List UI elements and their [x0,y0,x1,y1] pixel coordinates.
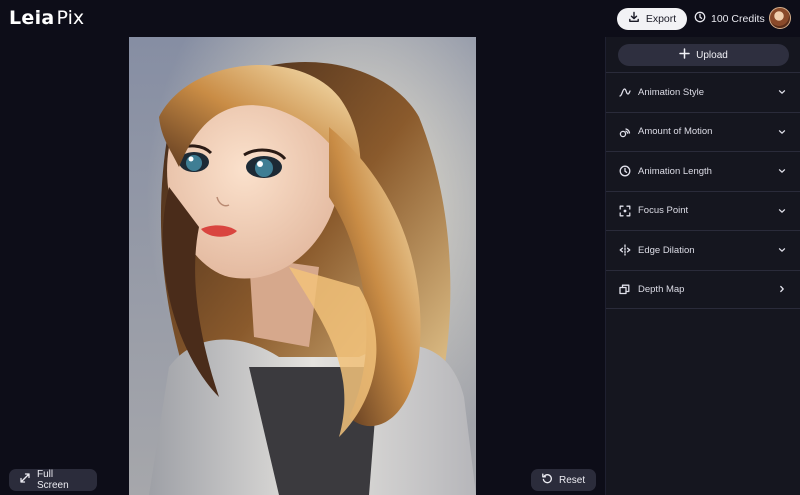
clock-icon [694,10,706,28]
upload-label: Upload [696,49,728,61]
user-avatar[interactable] [769,7,791,29]
credits-label: 100 Credits [711,13,765,25]
accordion-label: Animation Style [638,86,705,98]
accordion-focus-point[interactable]: Focus Point [606,190,800,231]
focus-icon [619,205,631,217]
full-screen-button[interactable]: Full Screen [9,469,97,491]
accordion-amount-of-motion[interactable]: Amount of Motion [606,111,800,152]
top-bar: Leia Pix Export 100 Credits [0,0,800,37]
accordion-animation-style[interactable]: Animation Style [606,72,800,112]
logo-text-leia: Leia [9,7,55,29]
credits-indicator[interactable]: 100 Credits [694,10,765,28]
settings-panel: Upload Animation Style Amount of Motion [605,37,800,495]
chevron-down-icon [777,87,787,97]
export-label: Export [645,13,677,25]
expand-icon [19,471,31,489]
plus-icon [679,46,690,64]
reset-label: Reset [559,474,586,486]
logo-text-pix: Pix [56,7,85,29]
accordion-label: Depth Map [638,283,685,295]
edge-dilation-icon [619,244,631,256]
accordion-label: Animation Length [638,165,712,177]
chevron-down-icon [777,206,787,216]
export-button[interactable]: Export [617,8,687,30]
preview-image[interactable] [129,37,476,495]
full-screen-label: Full Screen [37,469,69,491]
leiapix-logo[interactable]: Leia Pix [9,7,84,29]
settings-accordion: Animation Style Amount of Motion Animati… [606,72,800,309]
chevron-down-icon [777,166,787,176]
preview-stage: Full Screen Reset [0,37,605,495]
animation-style-icon [619,86,631,98]
accordion-animation-length[interactable]: Animation Length [606,151,800,191]
download-icon [628,10,640,28]
upload-button[interactable]: Upload [618,44,789,66]
accordion-label: Edge Dilation [638,244,695,256]
reset-button[interactable]: Reset [531,469,596,491]
chevron-down-icon [777,127,787,137]
accordion-label: Focus Point [638,205,689,217]
chevron-down-icon [777,245,787,255]
clock-icon [619,165,631,177]
accordion-label: Amount of Motion [638,126,713,138]
chevron-right-icon [777,284,787,294]
accordion-depth-map[interactable]: Depth Map [606,269,800,309]
depth-map-icon [619,283,631,295]
undo-icon [541,471,553,489]
accordion-edge-dilation[interactable]: Edge Dilation [606,230,800,270]
motion-icon [619,126,631,138]
